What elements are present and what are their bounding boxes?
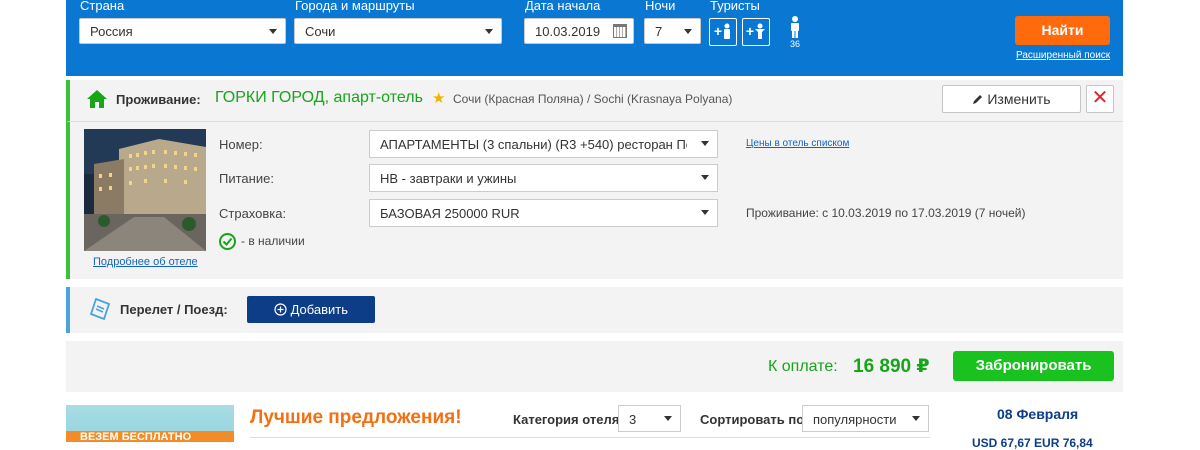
chevron-down-icon (485, 29, 493, 34)
category-label: Категория отеля: (513, 412, 624, 427)
tourist-count: 36 (789, 39, 800, 49)
sort-value: популярности (813, 412, 897, 427)
room-label: Номер: (219, 137, 263, 152)
date-input[interactable]: 10.03.2019 (524, 18, 634, 44)
date-value: 10.03.2019 (535, 24, 601, 39)
insurance-value: БАЗОВАЯ 250000 RUR (380, 206, 520, 221)
category-select[interactable]: 3 (618, 405, 681, 432)
stay-info: Проживание: с 10.03.2019 по 17.03.2019 (… (746, 206, 1026, 220)
find-button[interactable]: Найти (1015, 16, 1110, 45)
chevron-down-icon (269, 29, 277, 34)
plus-circle-icon (274, 303, 287, 316)
hotel-image (84, 129, 206, 251)
hotel-location: Сочи (Красная Поляна) / Sochi (Krasnaya … (453, 92, 733, 106)
hotel-name: ГОРКИ ГОРОД, апарт-отель (215, 89, 423, 106)
check-circle-icon (219, 233, 236, 250)
person-icon (791, 16, 799, 38)
city-value: Сочи (305, 24, 336, 39)
currency-rates: USD 67,67 EUR 76,84 (972, 436, 1093, 450)
chevron-down-icon (684, 29, 692, 34)
meal-value: HB - завтраки и ужины (380, 171, 517, 186)
accommodation-header: Проживание: ГОРКИ ГОРОД, апарт-отель ★ С… (66, 80, 1123, 121)
ticket-icon (90, 298, 110, 320)
city-label: Города и маршруты (295, 0, 415, 13)
edit-button[interactable]: Изменить (942, 85, 1081, 113)
remove-button[interactable]: ✕ (1086, 85, 1114, 113)
room-value: АПАРТАМЕНТЫ (3 спальни) (R3 +540) рестор… (380, 137, 707, 152)
advanced-search-link[interactable]: Расширенный поиск (1016, 50, 1110, 61)
country-label: Страна (80, 0, 125, 13)
chevron-down-icon (701, 141, 709, 146)
meal-select[interactable]: HB - завтраки и ужины (369, 164, 718, 192)
nights-value: 7 (655, 24, 663, 39)
book-button[interactable]: Забронировать (953, 351, 1114, 381)
availability-text: - в наличии (241, 234, 305, 248)
flight-label: Перелет / Поезд: (120, 302, 228, 317)
hotel-details-link[interactable]: Подробнее об отеле (93, 256, 198, 268)
plus-label: + (745, 23, 755, 39)
insurance-label: Страховка: (219, 206, 287, 221)
payment-label: К оплате: (768, 358, 838, 375)
hotel-photo[interactable] (84, 129, 206, 251)
chevron-down-icon (912, 416, 920, 421)
add-child-button[interactable]: + (742, 18, 770, 46)
edit-label: Изменить (987, 91, 1051, 107)
add-label: Добавить (290, 302, 349, 317)
total-section: К оплате: 16 890 ₽ Забронировать (66, 341, 1123, 392)
child-icon (755, 23, 766, 39)
total-amount: 16 890 ₽ (853, 356, 930, 377)
search-bar: Страна Россия Города и маршруты Сочи Дат… (66, 0, 1123, 76)
date-label: Дата начала (525, 0, 601, 13)
chevron-down-icon (701, 210, 709, 215)
room-select[interactable]: АПАРТАМЕНТЫ (3 спальни) (R3 +540) рестор… (369, 130, 718, 158)
sort-select[interactable]: популярности (802, 405, 929, 432)
home-icon (87, 90, 107, 108)
close-icon: ✕ (1091, 87, 1109, 109)
country-value: Россия (90, 24, 133, 39)
accommodation-label: Проживание: (116, 92, 201, 107)
offers-divider (250, 437, 930, 442)
add-adult-button[interactable]: + (709, 18, 737, 46)
chevron-down-icon (664, 416, 672, 421)
plus-label: + (713, 23, 723, 39)
sort-label: Сортировать по: (700, 412, 809, 427)
nights-select[interactable]: 7 (644, 18, 701, 44)
category-value: 3 (629, 412, 637, 427)
pencil-icon (973, 95, 983, 104)
date-heading: 08 Февраля (997, 406, 1079, 422)
nights-label: Ночи (645, 0, 676, 13)
calendar-icon[interactable] (613, 24, 627, 38)
flight-section: Перелет / Поезд: Добавить (66, 287, 1123, 333)
promo-text: ВЕЗЕМ БЕСПЛАТНО (80, 431, 192, 442)
meal-label: Питание: (219, 171, 274, 186)
chevron-down-icon (701, 175, 709, 180)
insurance-select[interactable]: БАЗОВАЯ 250000 RUR (369, 199, 718, 227)
city-select[interactable]: Сочи (294, 18, 502, 44)
best-offers-heading: Лучшие предложения! (250, 407, 462, 428)
accommodation-body: Подробнее об отеле Номер: АПАРТАМЕНТЫ (3… (66, 121, 1123, 279)
adult-icon (724, 23, 731, 39)
promo-banner[interactable]: ВЕЗЕМ БЕСПЛАТНО (66, 405, 234, 442)
tourists-label: Туристы (710, 0, 760, 13)
tourist-counter: 36 (788, 16, 802, 49)
country-select[interactable]: Россия (79, 18, 286, 44)
price-list-link[interactable]: Цены в отель списком (746, 138, 849, 149)
star-icon: ★ (432, 90, 446, 107)
add-flight-button[interactable]: Добавить (247, 296, 375, 323)
